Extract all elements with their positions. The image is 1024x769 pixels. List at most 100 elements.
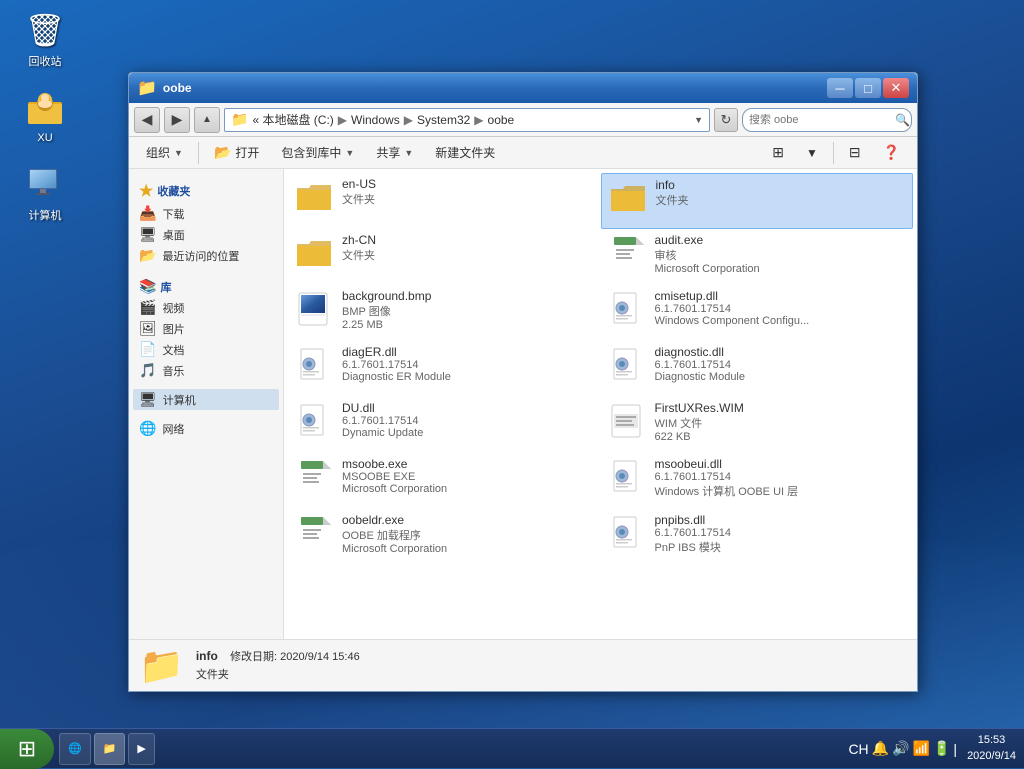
file-icon bbox=[294, 345, 334, 385]
file-info: FirstUXRes.WIMWIM 文件622 KB bbox=[655, 401, 908, 443]
file-item-pnpibs-dll[interactable]: pnpibs.dll6.1.7601.17514PnP IBS 模块 bbox=[601, 509, 914, 565]
file-icon bbox=[607, 513, 647, 553]
status-bar: 📁 info 修改日期: 2020/9/14 15:46 文件夹 bbox=[129, 639, 917, 691]
preview-button[interactable]: ⊟ bbox=[840, 140, 870, 166]
path-part-2: Windows bbox=[351, 113, 400, 127]
status-info: info 修改日期: 2020/9/14 15:46 文件夹 bbox=[196, 647, 360, 684]
file-item-oobeldr-exe[interactable]: oobeldr.exeOOBE 加载程序Microsoft Corporatio… bbox=[288, 509, 601, 565]
file-info: zh-CN文件夹 bbox=[342, 233, 595, 263]
library-group: 📚 库 🎬 视频 🖼 图片 📄 文档 bbox=[133, 274, 279, 381]
view-dropdown-button[interactable]: ▼ bbox=[797, 140, 827, 166]
taskbar-ie[interactable]: 🌐 bbox=[59, 733, 91, 765]
up-button[interactable]: ▲ bbox=[194, 107, 220, 133]
file-item-audit-exe[interactable]: audit.exe审核Microsoft Corporation bbox=[601, 229, 914, 285]
file-desc: Dynamic Update bbox=[342, 427, 595, 439]
start-button[interactable]: ⊞ bbox=[0, 729, 54, 769]
view-button[interactable]: ⊞ bbox=[763, 140, 793, 166]
file-type: 6.1.7601.17514 bbox=[655, 527, 908, 539]
desktop-icons: 🗑 回收站 XU bbox=[10, 10, 80, 223]
sidebar-item-music[interactable]: 🎵 音乐 bbox=[133, 360, 279, 381]
file-desc: PnP IBS 模块 bbox=[655, 539, 908, 555]
file-info: diagnostic.dll6.1.7601.17514Diagnostic M… bbox=[655, 345, 908, 383]
organize-dropdown-icon: ▼ bbox=[174, 148, 183, 158]
pictures-icon: 🖼 bbox=[139, 320, 157, 337]
network-group: 🌐 网络 bbox=[133, 418, 279, 439]
file-item-cmisetup-dll[interactable]: cmisetup.dll6.1.7601.17514Windows Compon… bbox=[601, 285, 914, 341]
file-item-info[interactable]: info文件夹 bbox=[601, 173, 914, 229]
file-item-diagER-dll[interactable]: diagER.dll6.1.7601.17514Diagnostic ER Mo… bbox=[288, 341, 601, 397]
file-item-en-US[interactable]: en-US文件夹 bbox=[288, 173, 601, 229]
file-list-area: en-US文件夹 info文件夹 zh-CN文件夹 audit.exe审核Mic… bbox=[284, 169, 917, 639]
file-type: 文件夹 bbox=[342, 247, 595, 263]
lang-indicator: CH bbox=[848, 741, 868, 757]
file-item-msoobe-exe[interactable]: msoobe.exeMSOOBE EXEMicrosoft Corporatio… bbox=[288, 453, 601, 509]
clock-time: 15:53 bbox=[967, 733, 1016, 748]
file-item-DU-dll[interactable]: DU.dll6.1.7601.17514Dynamic Update bbox=[288, 397, 601, 453]
file-info: oobeldr.exeOOBE 加载程序Microsoft Corporatio… bbox=[342, 513, 595, 555]
file-info: msoobeui.dll6.1.7601.17514Windows 计算机 OO… bbox=[655, 457, 908, 499]
sidebar-item-computer[interactable]: 🖥 计算机 bbox=[133, 389, 279, 410]
minimize-button[interactable]: ─ bbox=[827, 78, 853, 98]
file-info: en-US文件夹 bbox=[342, 177, 595, 207]
toolbar: 组织 ▼ 📂 打开 包含到库中 ▼ 共享 ▼ 新建文件夹 ⊞ ▼ bbox=[129, 137, 917, 169]
maximize-button[interactable]: □ bbox=[855, 78, 881, 98]
recycle-bin-label: 回收站 bbox=[29, 53, 62, 69]
file-item-FirstUXRes-wim[interactable]: FirstUXRes.WIMWIM 文件622 KB bbox=[601, 397, 914, 453]
file-icon bbox=[607, 401, 647, 441]
file-name: info bbox=[656, 178, 907, 192]
file-type: OOBE 加载程序 bbox=[342, 527, 595, 543]
file-item-msoobeui-dll[interactable]: msoobeui.dll6.1.7601.17514Windows 计算机 OO… bbox=[601, 453, 914, 509]
window-icon: 📁 bbox=[137, 78, 157, 98]
refresh-button[interactable]: ↻ bbox=[714, 108, 738, 132]
file-type: 6.1.7601.17514 bbox=[342, 359, 595, 371]
window-title: oobe bbox=[163, 81, 192, 95]
show-desktop-btn[interactable]: | bbox=[953, 741, 957, 757]
new-folder-button[interactable]: 新建文件夹 bbox=[426, 140, 504, 166]
address-path[interactable]: 📁 « 本地磁盘 (C:) ▶ Windows ▶ System32 ▶ oob… bbox=[224, 108, 710, 132]
file-info: msoobe.exeMSOOBE EXEMicrosoft Corporatio… bbox=[342, 457, 595, 495]
help-button[interactable]: ❓ bbox=[874, 140, 909, 166]
main-content: ★ 收藏夹 📥 下载 🖥 桌面 📂 最近访问的位置 bbox=[129, 169, 917, 639]
sidebar: ★ 收藏夹 📥 下载 🖥 桌面 📂 最近访问的位置 bbox=[129, 169, 284, 639]
include-library-button[interactable]: 包含到库中 ▼ bbox=[272, 140, 363, 166]
sidebar-item-desktop[interactable]: 🖥 桌面 bbox=[133, 224, 279, 245]
file-type: 6.1.7601.17514 bbox=[655, 359, 908, 371]
sidebar-item-pictures[interactable]: 🖼 图片 bbox=[133, 318, 279, 339]
taskbar-media[interactable]: ▶ bbox=[128, 733, 154, 765]
file-desc: Diagnostic ER Module bbox=[342, 371, 595, 383]
toolbar-separator-1 bbox=[198, 142, 199, 164]
desktop-icon-computer[interactable]: 计算机 bbox=[10, 164, 80, 223]
share-button[interactable]: 共享 ▼ bbox=[367, 140, 422, 166]
file-icon bbox=[607, 457, 647, 497]
path-arrow-1: ▶ bbox=[338, 113, 347, 127]
sidebar-item-network[interactable]: 🌐 网络 bbox=[133, 418, 279, 439]
file-item-diagnostic-dll[interactable]: diagnostic.dll6.1.7601.17514Diagnostic M… bbox=[601, 341, 914, 397]
taskbar-clock[interactable]: 15:53 2020/9/14 bbox=[967, 733, 1016, 764]
sidebar-item-videos[interactable]: 🎬 视频 bbox=[133, 297, 279, 318]
desktop-icon-recycle[interactable]: 🗑 回收站 bbox=[10, 10, 80, 69]
file-icon bbox=[607, 289, 647, 329]
sidebar-item-documents[interactable]: 📄 文档 bbox=[133, 339, 279, 360]
file-type: WIM 文件 bbox=[655, 415, 908, 431]
file-item-zh-CN[interactable]: zh-CN文件夹 bbox=[288, 229, 601, 285]
file-name: msoobeui.dll bbox=[655, 457, 908, 471]
taskbar-explorer[interactable]: 📁 bbox=[94, 733, 126, 765]
back-button[interactable]: ◀ bbox=[134, 107, 160, 133]
close-button[interactable]: ✕ bbox=[883, 78, 909, 98]
organize-button[interactable]: 组织 ▼ bbox=[137, 140, 192, 166]
path-icon: 📁 bbox=[231, 111, 248, 128]
search-input[interactable] bbox=[749, 114, 891, 126]
title-bar-left: 📁 oobe bbox=[137, 78, 192, 98]
documents-icon: 📄 bbox=[139, 341, 156, 358]
desktop-icon-user[interactable]: XU bbox=[10, 89, 80, 144]
sidebar-item-recent[interactable]: 📂 最近访问的位置 bbox=[133, 245, 279, 266]
ie-icon: 🌐 bbox=[68, 742, 82, 755]
file-name: cmisetup.dll bbox=[655, 289, 908, 303]
network-icon: 🌐 bbox=[139, 420, 156, 437]
file-icon bbox=[294, 177, 334, 217]
search-box[interactable]: 🔍 bbox=[742, 108, 912, 132]
file-item-background-bmp[interactable]: background.bmpBMP 图像2.25 MB bbox=[288, 285, 601, 341]
open-button[interactable]: 📂 打开 bbox=[205, 140, 268, 166]
forward-button[interactable]: ▶ bbox=[164, 107, 190, 133]
sidebar-item-downloads[interactable]: 📥 下载 bbox=[133, 203, 279, 224]
